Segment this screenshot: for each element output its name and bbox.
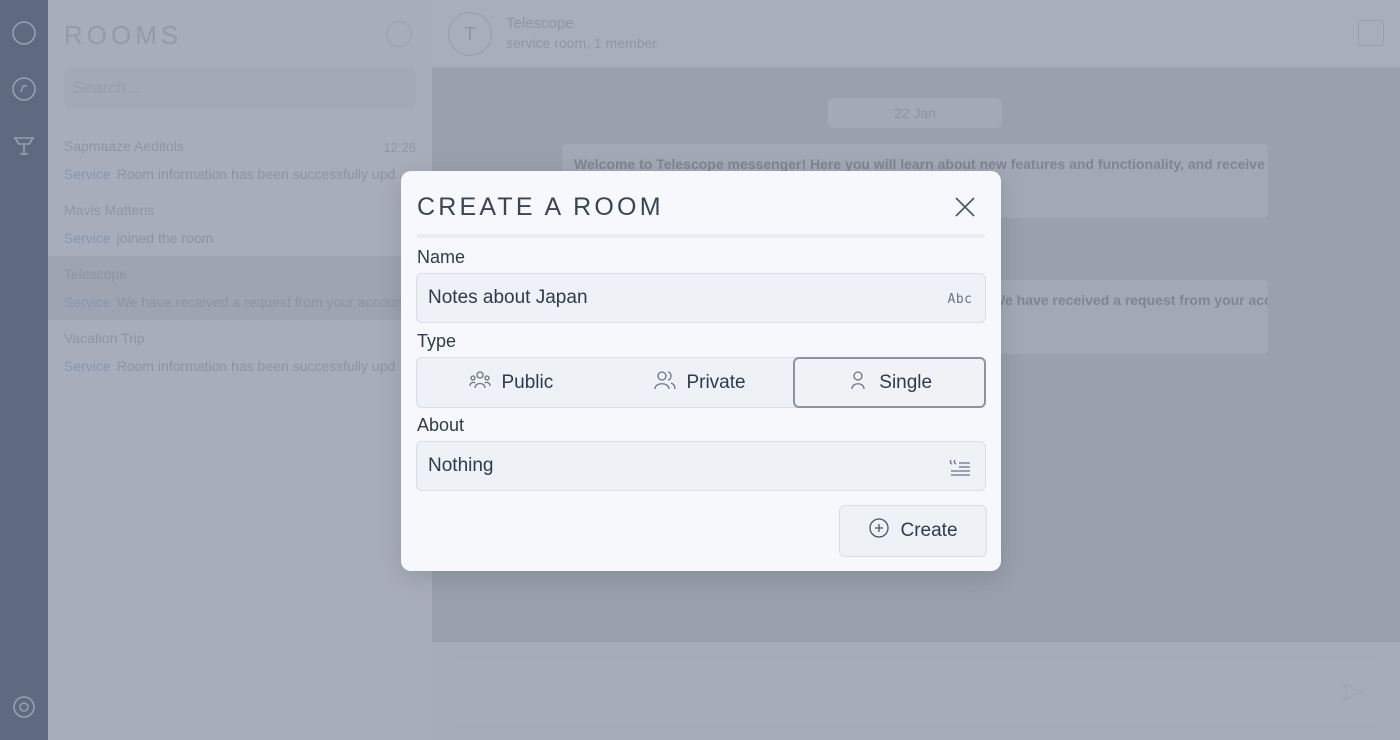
room-name: Telescope <box>64 266 128 282</box>
type-option-single[interactable]: Single <box>793 357 987 408</box>
room-sender: Service <box>64 230 111 246</box>
room-name: Mavis Mattens <box>64 202 155 218</box>
type-option-label: Public <box>501 371 554 393</box>
chat-title: Telescope <box>506 15 574 32</box>
room-name: Vacation Trip <box>64 330 145 346</box>
rooms-search-input[interactable]: Search... <box>64 68 416 108</box>
name-input[interactable] <box>417 274 985 322</box>
about-label: About <box>417 415 465 435</box>
rooms-panel: ROOMS Search... Sapmaaze Aeditols 12:26 … <box>48 0 432 740</box>
name-label: Name <box>417 247 466 267</box>
room-item[interactable]: Mavis Mattens 5d Servicejoined the room <box>48 192 432 256</box>
room-preview: Service joined the room <box>64 230 416 246</box>
room-item[interactable]: Sapmaaze Aeditols 12:26 Service Room info… <box>48 128 432 192</box>
type-option-private[interactable]: Private <box>606 358 795 407</box>
room-sender: Service <box>64 166 111 182</box>
create-button[interactable]: Create <box>839 505 987 557</box>
add-room-icon[interactable] <box>386 21 412 47</box>
chat-header: T Telescope service room, 1 member <box>432 0 1400 68</box>
room-name: Sapmaaze Aeditols <box>64 138 184 154</box>
room-item-selected[interactable]: Telescope 5d ServiceWe have received a r… <box>48 256 432 320</box>
quote-list-icon <box>947 456 973 478</box>
room-preview-text: Room information has been successfully u… <box>116 358 396 374</box>
side-pane-icon[interactable] <box>1358 20 1384 46</box>
create-button-label: Create <box>900 520 958 541</box>
room-sender: Service <box>64 358 111 374</box>
room-avatar[interactable]: T <box>448 12 492 56</box>
room-time: 12:26 <box>383 140 416 155</box>
dialog-title: CREATE A ROOM <box>417 193 664 221</box>
date-separator: 22 Jan <box>828 98 1002 128</box>
name-field[interactable]: Abc <box>416 273 986 323</box>
home-icon[interactable] <box>9 18 39 48</box>
dialog-divider <box>417 234 985 238</box>
type-option-label: Single <box>879 371 933 393</box>
about-field[interactable] <box>416 441 986 491</box>
about-input[interactable] <box>417 442 985 490</box>
rooms-list: Sapmaaze Aeditols 12:26 Service Room info… <box>48 128 432 384</box>
room-sender: Service <box>64 294 111 310</box>
close-icon[interactable] <box>951 193 979 221</box>
users-icon <box>654 369 677 397</box>
group-icon <box>469 369 492 397</box>
room-preview: Service We have received a request from y… <box>64 294 416 310</box>
chat-subtitle: service room, 1 member <box>506 35 657 51</box>
rooms-title: ROOMS <box>64 20 183 50</box>
room-preview: Service Room information has been success… <box>64 166 416 182</box>
room-preview: Service Room information has been success… <box>64 358 416 374</box>
type-label: Type <box>417 331 457 351</box>
side-rail <box>0 0 48 740</box>
user-icon <box>847 369 869 397</box>
compass-icon[interactable] <box>9 74 39 104</box>
send-icon[interactable] <box>1340 680 1366 709</box>
settings-icon[interactable] <box>9 692 39 722</box>
telescope-icon[interactable] <box>9 130 39 160</box>
room-preview-text: Room information has been successfully u… <box>116 166 396 182</box>
room-type-selector: Public Private Single <box>416 357 987 408</box>
type-option-label: Private <box>686 371 746 393</box>
type-option-public[interactable]: Public <box>417 358 606 407</box>
room-preview-text: joined the room <box>116 230 214 246</box>
abc-glyph: Abc <box>947 291 973 307</box>
room-preview-text: We have received a request from your acc… <box>116 294 407 310</box>
add-circle-icon <box>868 517 890 545</box>
message-composer[interactable] <box>448 662 1384 722</box>
create-room-dialog: CREATE A ROOM Name Abc Type Public Priva… <box>401 171 1001 571</box>
text-format-icon: Abc <box>947 288 973 310</box>
room-item[interactable]: Vacation Trip 5d ServiceRoom information… <box>48 320 432 384</box>
